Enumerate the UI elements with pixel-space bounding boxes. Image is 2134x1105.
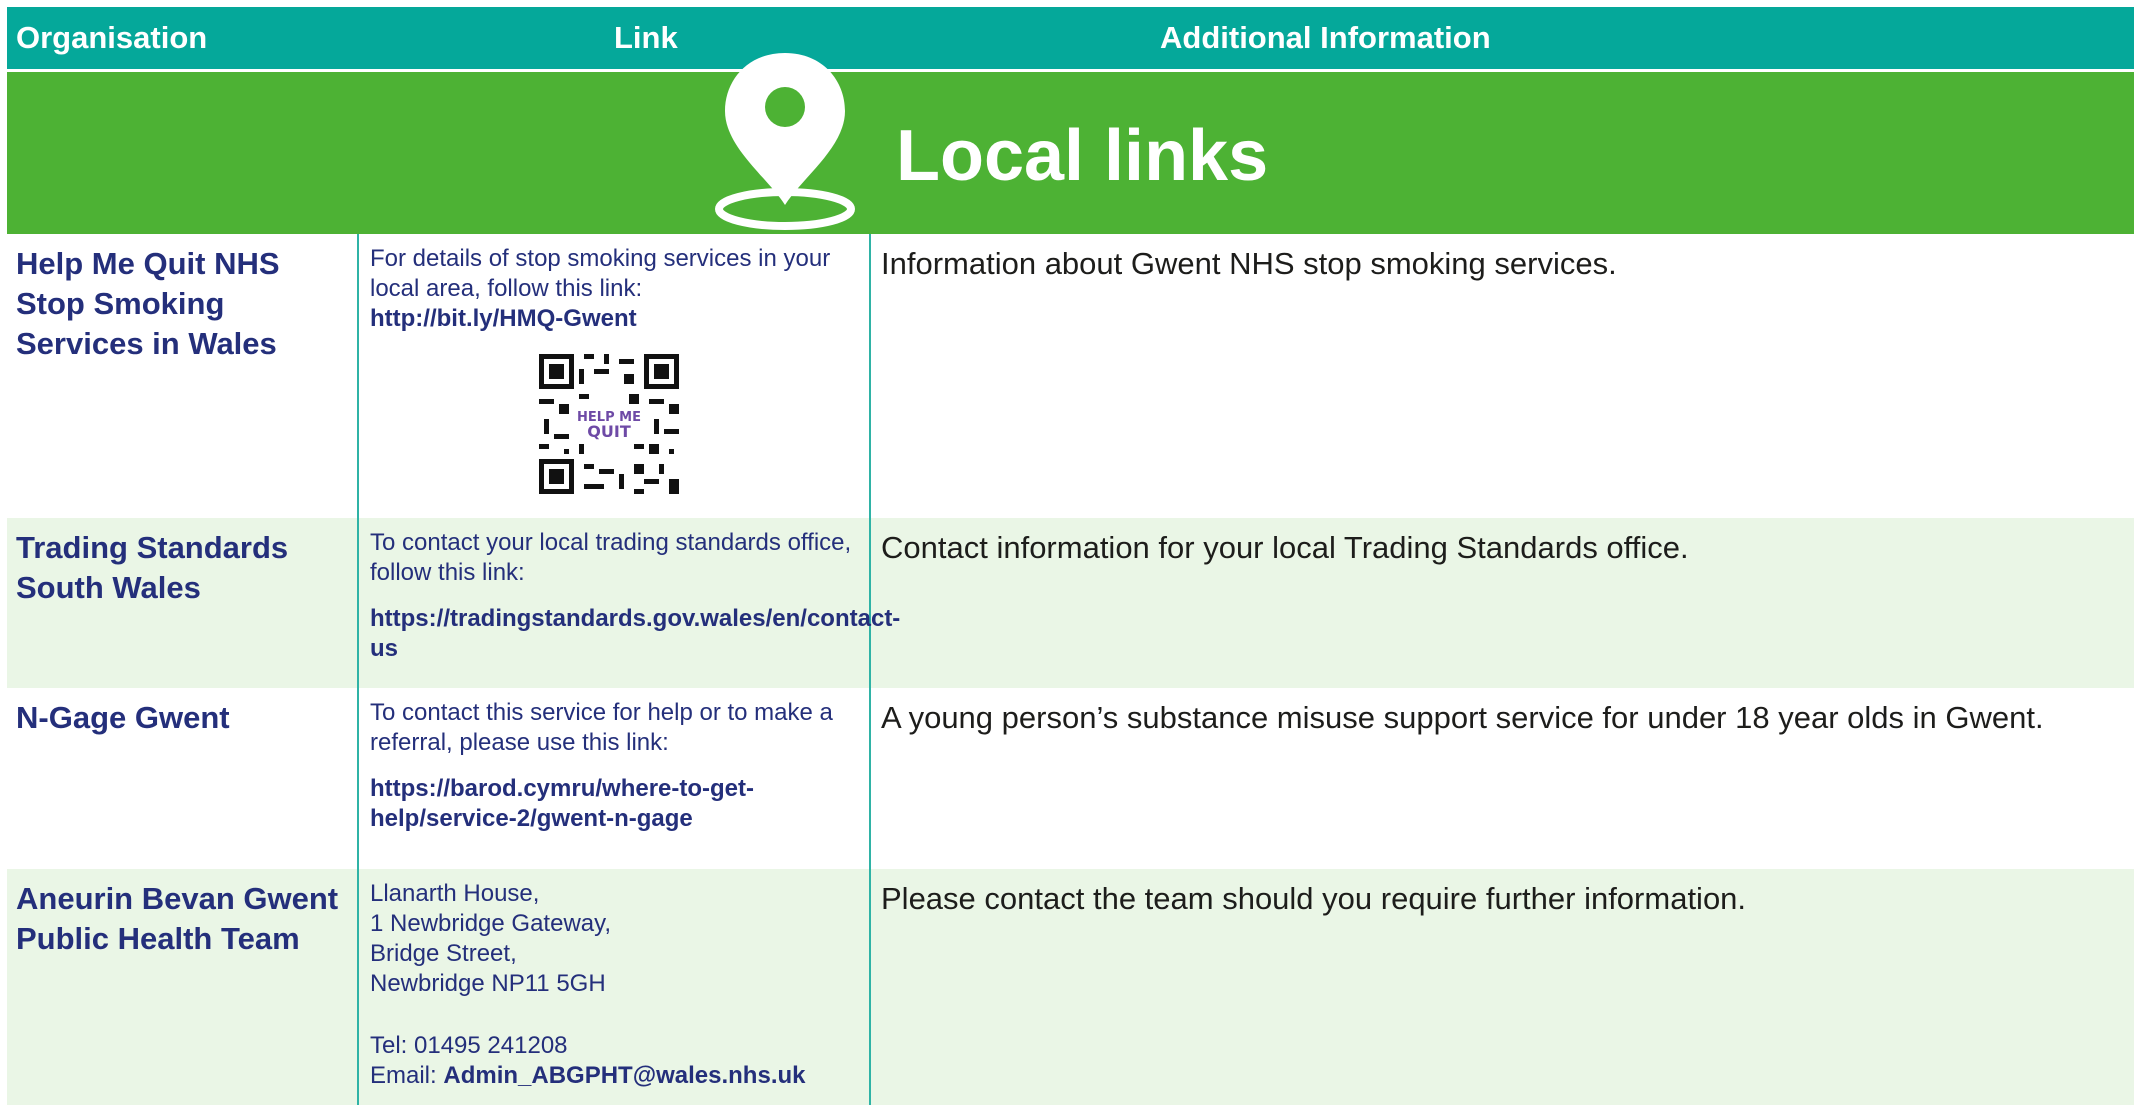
table-header: Organisation Link Additional Information [7, 7, 2134, 69]
table-row: Help Me Quit NHS Stop Smoking Services i… [7, 234, 2134, 520]
column-header-link: Link [614, 20, 678, 55]
additional-information: Information about Gwent NHS stop smoking… [881, 246, 1617, 281]
address-line: Newbridge NP11 5GH [370, 970, 606, 997]
column-header-organisation: Organisation [16, 20, 208, 55]
organisation-name: Help Me Quit NHS Stop Smoking Services i… [16, 246, 280, 361]
table-row: Aneurin Bevan Gwent Public Health Team L… [7, 869, 2134, 1105]
email-link[interactable]: Admin_ABGPHT@wales.nhs.uk [443, 1062, 805, 1089]
svg-text:QUIT: QUIT [587, 422, 631, 441]
table-row: N-Gage Gwent To contact this service for… [7, 688, 2134, 871]
link-url[interactable]: https://barod.cymru/where-to-get-help/se… [370, 774, 858, 834]
address-line: 1 Newbridge Gateway, [370, 910, 612, 937]
link-intro: For details of stop smoking services in … [370, 245, 831, 302]
link-intro: To contact this service for help or to m… [370, 699, 833, 756]
email-label: Email: [370, 1062, 437, 1089]
telephone: Tel: 01495 241208 [370, 1032, 568, 1059]
local-links-page: Organisation Link Additional Information… [7, 7, 2134, 1105]
link-url[interactable]: http://bit.ly/HMQ-Gwent [370, 304, 858, 334]
table-row: Trading Standards South Wales To contact… [7, 518, 2134, 690]
qr-code[interactable]: HELP ME QUIT [539, 354, 679, 494]
organisation-name: Aneurin Bevan Gwent Public Health Team [16, 881, 339, 956]
organisation-name: Trading Standards South Wales [16, 530, 289, 605]
additional-information: A young person’s substance misuse suppor… [881, 700, 2044, 735]
additional-information: Contact information for your local Tradi… [881, 530, 1689, 565]
postal-address: Llanarth House, 1 Newbridge Gateway, Bri… [370, 879, 858, 1091]
section-title: Local links [896, 116, 1269, 196]
additional-information: Please contact the team should you requi… [881, 881, 1747, 916]
organisation-name: N-Gage Gwent [16, 700, 230, 735]
email-line: Email: Admin_ABGPHT@wales.nhs.uk [370, 1061, 858, 1091]
location-pin-icon [715, 53, 855, 230]
link-url[interactable]: https://tradingstandards.gov.wales/en/co… [370, 604, 900, 664]
section-banner: Local links [7, 72, 2134, 234]
address-line: Bridge Street, [370, 940, 517, 967]
link-intro: To contact your local trading standards … [370, 529, 852, 586]
column-header-additional-information: Additional Information [1160, 20, 1491, 55]
address-line: Llanarth House, [370, 880, 540, 907]
